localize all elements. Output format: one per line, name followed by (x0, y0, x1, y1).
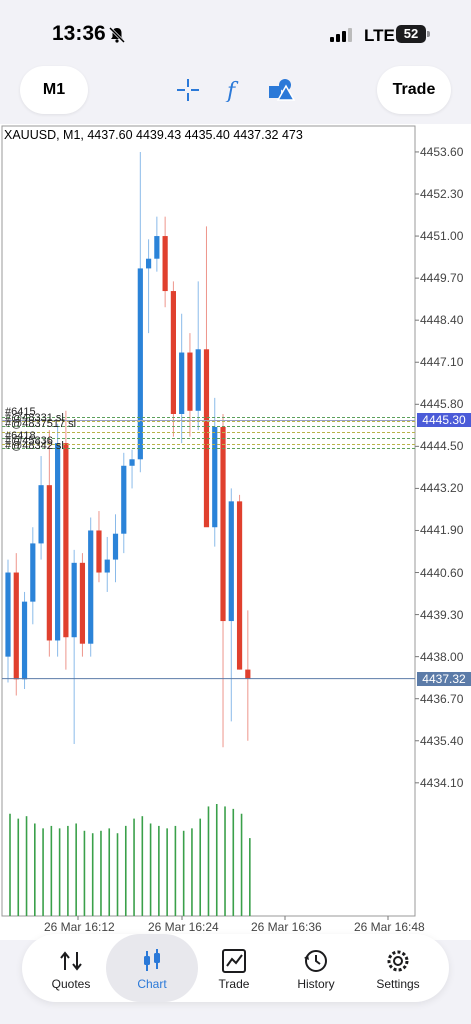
price-label: 4448.40 (420, 313, 464, 328)
candle-body (195, 349, 201, 411)
nav-item-history[interactable]: History (275, 934, 357, 1002)
bottom-navigation: Quotes Chart Trade History Settings (22, 934, 449, 1002)
candle-body (245, 669, 251, 679)
order-price-tag: 4445.30 (417, 413, 471, 428)
app-root: 13:36 LTE 52 M1 f Trade XAUUSD, M1, 4437… (0, 0, 471, 1024)
price-label: 4438.00 (420, 649, 464, 664)
candle-body (88, 530, 94, 644)
nav-item-trade[interactable]: Trade (193, 934, 275, 1002)
chart-info: XAUUSD, M1, 4437.60 4439.43 4435.40 4437… (4, 128, 303, 142)
price-label: 4439.30 (420, 607, 464, 622)
candle-body (220, 426, 226, 622)
chart-area[interactable]: XAUUSD, M1, 4437.60 4439.43 4435.40 4437… (0, 124, 471, 940)
candle-body (79, 562, 86, 644)
chart-toolbar: M1 f Trade (0, 66, 471, 124)
order-label: #@4837517 sl (5, 418, 77, 431)
nav-label: History (297, 977, 335, 991)
price-label: 4447.10 (420, 355, 464, 370)
settings-icon (387, 950, 409, 972)
candle-body (154, 236, 160, 259)
candle-body (228, 501, 234, 622)
candle-body (145, 258, 152, 269)
price-chart[interactable] (0, 124, 471, 940)
trade-button[interactable]: Trade (377, 66, 451, 114)
candle-body (137, 268, 143, 460)
time-label: 26 Mar 16:24 (148, 920, 219, 934)
time-label: 26 Mar 16:48 (354, 920, 425, 934)
svg-text:f: f (225, 79, 239, 102)
nav-item-quotes[interactable]: Quotes (30, 934, 112, 1002)
candle-body (63, 443, 69, 638)
price-label: 4440.60 (420, 565, 464, 580)
candle-body (179, 352, 185, 414)
nav-label: Trade (218, 977, 250, 991)
candle-body (121, 465, 127, 534)
price-label: 4449.70 (420, 271, 464, 286)
price-label: 4451.00 (420, 229, 464, 244)
bell-slash-icon (108, 26, 126, 44)
candle-body (236, 501, 243, 670)
candle-body (38, 485, 44, 544)
candle-body (5, 572, 11, 657)
network-type: LTE (364, 26, 395, 45)
candle-body (46, 485, 52, 641)
price-label: 4444.50 (420, 439, 464, 454)
chart-icon (144, 949, 160, 971)
status-bar: 13:36 LTE 52 (0, 0, 471, 66)
nav-label: Chart (137, 977, 167, 991)
price-label: 4445.80 (420, 397, 464, 412)
candle-body (212, 426, 218, 528)
candle-body (13, 572, 19, 680)
timeframe-button[interactable]: M1 (20, 66, 88, 114)
candle-body (71, 562, 77, 638)
price-label: 4436.70 (420, 691, 464, 706)
candle-body (104, 559, 110, 573)
bid-price-tag: 4437.32 (417, 671, 471, 686)
objects-icon[interactable] (268, 78, 296, 102)
nav-item-settings[interactable]: Settings (357, 934, 439, 1002)
status-time: 13:36 (52, 22, 106, 45)
quotes-icon (60, 951, 82, 971)
signal-icon (330, 28, 352, 42)
candle-body (187, 352, 193, 411)
candle-body (55, 443, 61, 641)
candle-body (162, 236, 168, 292)
time-label: 26 Mar 16:12 (44, 920, 115, 934)
nav-label: Settings (376, 977, 420, 991)
battery-indicator: 52 (396, 25, 426, 43)
price-label: 4443.20 (420, 481, 464, 496)
price-label: 4435.40 (420, 733, 464, 748)
candle-body (96, 530, 102, 573)
history-icon (304, 950, 327, 972)
price-label: 4441.90 (420, 523, 464, 538)
time-label: 26 Mar 16:36 (251, 920, 322, 934)
candle-body (21, 601, 28, 680)
battery-nub (427, 31, 430, 37)
price-label: 4453.60 (420, 144, 464, 159)
candle-body (170, 291, 176, 414)
nav-item-chart[interactable]: Chart (106, 934, 198, 1002)
candle-body (30, 543, 36, 602)
price-label: 4452.30 (420, 187, 464, 201)
trade-icon (222, 949, 246, 973)
candle-body (129, 459, 135, 466)
candle-body (112, 533, 119, 560)
crosshair-icon[interactable] (176, 78, 200, 102)
price-label: 4434.10 (420, 775, 464, 790)
nav-label: Quotes (51, 977, 91, 991)
order-label: #@48342 sl (5, 440, 64, 453)
indicator-f-icon[interactable]: f (224, 78, 246, 102)
